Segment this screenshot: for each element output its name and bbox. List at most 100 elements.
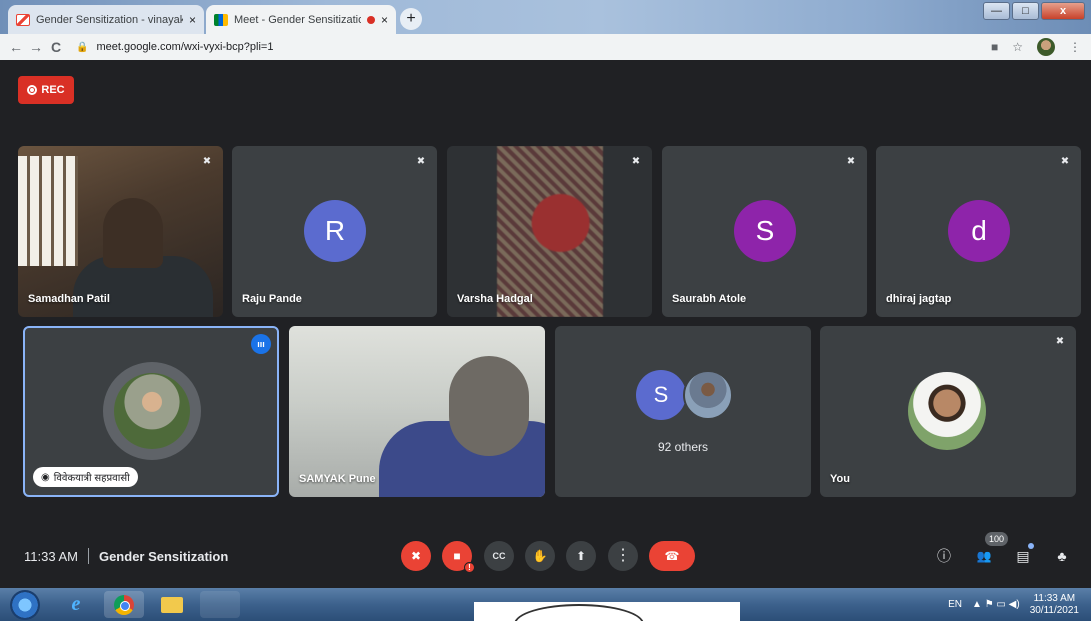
- info-icon[interactable]: ⓘ: [932, 544, 956, 568]
- chat-notification-dot: [1028, 543, 1034, 549]
- avatar-ring: [103, 362, 201, 460]
- mic-muted-icon: ✖: [631, 156, 641, 167]
- participant-avatar: d: [948, 200, 1010, 262]
- gmail-icon: [16, 13, 30, 26]
- divider: [87, 548, 89, 564]
- start-button[interactable]: [10, 590, 40, 620]
- participant-avatar: R: [304, 200, 366, 262]
- close-window-button[interactable]: x: [1041, 2, 1085, 20]
- tab-gmail[interactable]: Gender Sensitization - vinayak.la ×: [8, 5, 204, 34]
- speaking-indicator-icon: ııı: [251, 334, 271, 354]
- participant-tile[interactable]: S ✖ Saurabh Atole: [662, 146, 867, 317]
- participant-tile[interactable]: ✖ Samadhan Patil: [18, 146, 223, 317]
- clock-date: 30/11/2021: [1029, 604, 1079, 616]
- browser-tab-strip: Gender Sensitization - vinayak.la × Meet…: [0, 0, 1091, 34]
- taskbar-app[interactable]: [200, 591, 240, 618]
- address-bar: ← → C 🔒 meet.google.com/wxi-vyxi-bcp?pli…: [0, 34, 1091, 60]
- system-tray: EN ▲ ⚑ ▭ ◀) 11:33 AM 30/11/2021: [948, 588, 1079, 621]
- others-tile[interactable]: S 92 others: [555, 326, 811, 497]
- activities-icon[interactable]: ♣: [1050, 544, 1074, 568]
- tab-title: Meet - Gender Sensitization: [234, 13, 361, 26]
- self-photo: [908, 372, 986, 450]
- taskbar-ie[interactable]: e: [56, 591, 96, 618]
- participant-name: dhiraj jagtap: [886, 293, 952, 305]
- lock-icon: 🔒: [76, 41, 89, 53]
- end-call-icon: ☎: [664, 549, 680, 563]
- mic-off-button[interactable]: ✖: [401, 541, 431, 571]
- tab-title: Gender Sensitization - vinayak.la: [36, 13, 183, 26]
- window-controls: — □ x: [983, 2, 1085, 20]
- more-vert-icon: ⋮: [615, 547, 631, 564]
- mic-muted-icon: ✖: [1055, 336, 1065, 347]
- camera-off-button[interactable]: ■ !: [442, 541, 475, 573]
- recording-indicator-icon: [366, 15, 375, 24]
- participant-photo: [683, 370, 733, 420]
- end-call-button[interactable]: ☎: [649, 541, 695, 571]
- tab-close-icon[interactable]: ×: [381, 13, 388, 27]
- background-window: [18, 156, 78, 266]
- forward-button[interactable]: →: [26, 39, 46, 55]
- folder-icon: [161, 597, 183, 613]
- back-button[interactable]: ←: [6, 39, 26, 55]
- bookmark-star-icon[interactable]: ☆: [1012, 40, 1023, 54]
- meeting-time: 11:33 AM: [24, 548, 78, 564]
- others-count: 92 others: [657, 440, 709, 454]
- participant-tile-speaking[interactable]: ııı ◉ विवेकयात्री सहप्रवासी: [23, 326, 279, 497]
- url-text: meet.google.com/wxi-vyxi-bcp?pli=1: [96, 41, 274, 53]
- hand-icon: ✋: [532, 549, 548, 563]
- participant-name: विवेकयात्री सहप्रवासी: [53, 473, 130, 484]
- participant-tile[interactable]: d ✖ dhiraj jagtap: [876, 146, 1081, 317]
- internet-explorer-icon: e: [71, 593, 81, 615]
- profile-avatar[interactable]: [1037, 38, 1055, 56]
- mic-off-icon: ✖: [410, 549, 422, 563]
- meeting-info: 11:33 AM Gender Sensitization: [24, 548, 228, 564]
- rec-label: REC: [41, 84, 65, 96]
- tab-close-icon[interactable]: ×: [189, 13, 196, 27]
- present-button[interactable]: ⬆: [566, 541, 596, 571]
- reload-button[interactable]: C: [46, 39, 66, 55]
- minimize-button[interactable]: —: [983, 2, 1010, 20]
- recording-badge[interactable]: REC: [18, 76, 74, 104]
- camera-off-icon: ■: [453, 549, 461, 563]
- address-bar-actions: ■ ☆ ⋮: [991, 38, 1081, 56]
- handwritten-scribble: [514, 604, 644, 621]
- more-options-button[interactable]: ⋮: [608, 541, 638, 571]
- participant-video-head: [103, 198, 163, 268]
- system-clock[interactable]: 11:33 AM 30/11/2021: [1030, 593, 1079, 617]
- maximize-button[interactable]: □: [1012, 2, 1039, 20]
- camera-blocked-icon[interactable]: ■: [991, 40, 998, 54]
- browser-menu-icon[interactable]: ⋮: [1069, 40, 1081, 54]
- participant-name: SAMYAK Pune: [299, 473, 376, 485]
- mic-muted-icon: ✖: [1060, 156, 1070, 167]
- captions-button[interactable]: CC: [484, 541, 514, 571]
- new-tab-button[interactable]: +: [400, 8, 422, 30]
- chrome-icon: [114, 595, 134, 615]
- participant-name: You: [830, 473, 850, 485]
- participant-video: [497, 146, 603, 317]
- mic-muted-icon: ✖: [416, 156, 426, 167]
- participant-avatar: S: [734, 200, 796, 262]
- participant-photo: [114, 373, 190, 449]
- overlapping-paper-image: [474, 602, 740, 621]
- taskbar-chrome[interactable]: [104, 591, 144, 618]
- participant-name: Raju Pande: [242, 293, 302, 305]
- participant-video-head: [449, 356, 529, 456]
- meet-icon: [214, 13, 228, 26]
- participant-tile[interactable]: R ✖ Raju Pande: [232, 146, 437, 317]
- meeting-title: Gender Sensitization: [98, 548, 229, 564]
- people-icon[interactable]: 👥: [972, 544, 996, 568]
- present-icon: ⬆: [575, 549, 587, 563]
- participant-tile[interactable]: SAMYAK Pune: [289, 326, 545, 497]
- url-field[interactable]: 🔒 meet.google.com/wxi-vyxi-bcp?pli=1: [76, 41, 273, 53]
- clock-time: 11:33 AM: [1033, 592, 1076, 604]
- tab-meet[interactable]: Meet - Gender Sensitization ×: [206, 5, 396, 34]
- language-indicator[interactable]: EN: [948, 599, 962, 610]
- participant-name-pill: ◉ विवेकयात्री सहप्रवासी: [33, 467, 138, 487]
- participant-tile[interactable]: ✖ Varsha Hadgal: [447, 146, 652, 317]
- self-tile[interactable]: ✖ You: [820, 326, 1076, 497]
- taskbar-explorer[interactable]: [152, 591, 192, 618]
- person-icon: ◉: [41, 471, 50, 483]
- mic-muted-icon: ✖: [846, 156, 856, 167]
- raise-hand-button[interactable]: ✋: [525, 541, 555, 571]
- tray-icons[interactable]: ▲ ⚑ ▭ ◀): [972, 599, 1020, 610]
